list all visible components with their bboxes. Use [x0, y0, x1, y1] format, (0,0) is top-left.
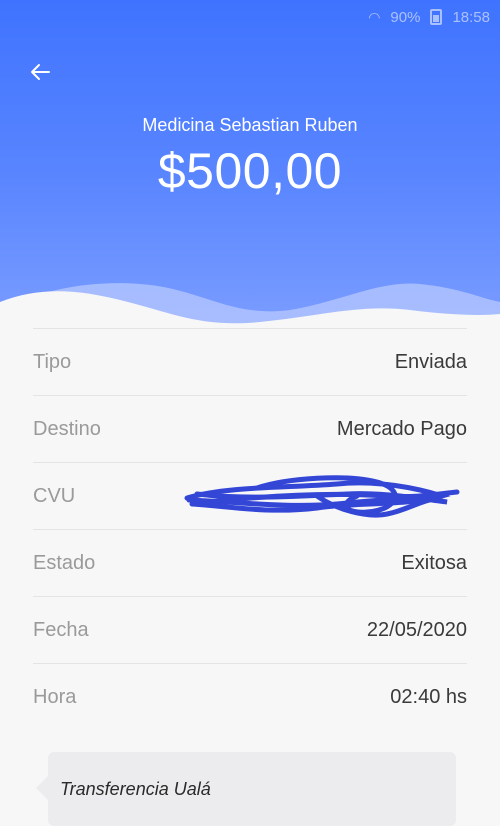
detail-value: Exitosa: [401, 551, 467, 574]
detail-label: Tipo: [33, 350, 72, 373]
detail-label: Destino: [33, 417, 101, 440]
detail-row-estado: Estado Exitosa: [33, 530, 467, 597]
detail-label: Fecha: [33, 618, 89, 641]
detail-label: CVU: [33, 484, 76, 507]
battery-percent: 90%: [390, 8, 421, 26]
status-bar: ◠ 90% 18:58: [368, 6, 490, 28]
battery-icon: [430, 9, 443, 25]
detail-row-hora: Hora 02:40 hs: [33, 664, 467, 730]
arrow-left-icon: [31, 64, 50, 80]
transfer-amount: $500,00: [157, 143, 343, 199]
detail-value: Enviada: [394, 350, 467, 373]
scribble-redaction-icon: [184, 475, 460, 518]
note-text: Transferencia Ualá: [60, 778, 211, 799]
detail-value: 02:40 hs: [390, 685, 467, 708]
merchant-name: Medicina Sebastian Ruben: [142, 115, 358, 135]
back-button[interactable]: [24, 56, 56, 88]
detail-value: Mercado Pago: [336, 417, 467, 440]
detail-label: Estado: [33, 551, 96, 574]
detail-row-destino: Destino Mercado Pago: [33, 396, 467, 463]
detail-row-tipo: Tipo Enviada: [33, 329, 467, 396]
detail-row-fecha: Fecha 22/05/2020: [33, 597, 467, 664]
transfer-note: Transferencia Ualá: [36, 752, 456, 826]
detail-label: Hora: [33, 685, 77, 708]
detail-row-cvu: CVU: [33, 463, 467, 530]
transfer-details: Tipo Enviada Destino Mercado Pago CVU Es…: [33, 328, 467, 730]
wifi-icon: ◠: [368, 8, 381, 25]
detail-value: 22/05/2020: [366, 618, 467, 641]
status-time: 18:58: [452, 8, 490, 26]
